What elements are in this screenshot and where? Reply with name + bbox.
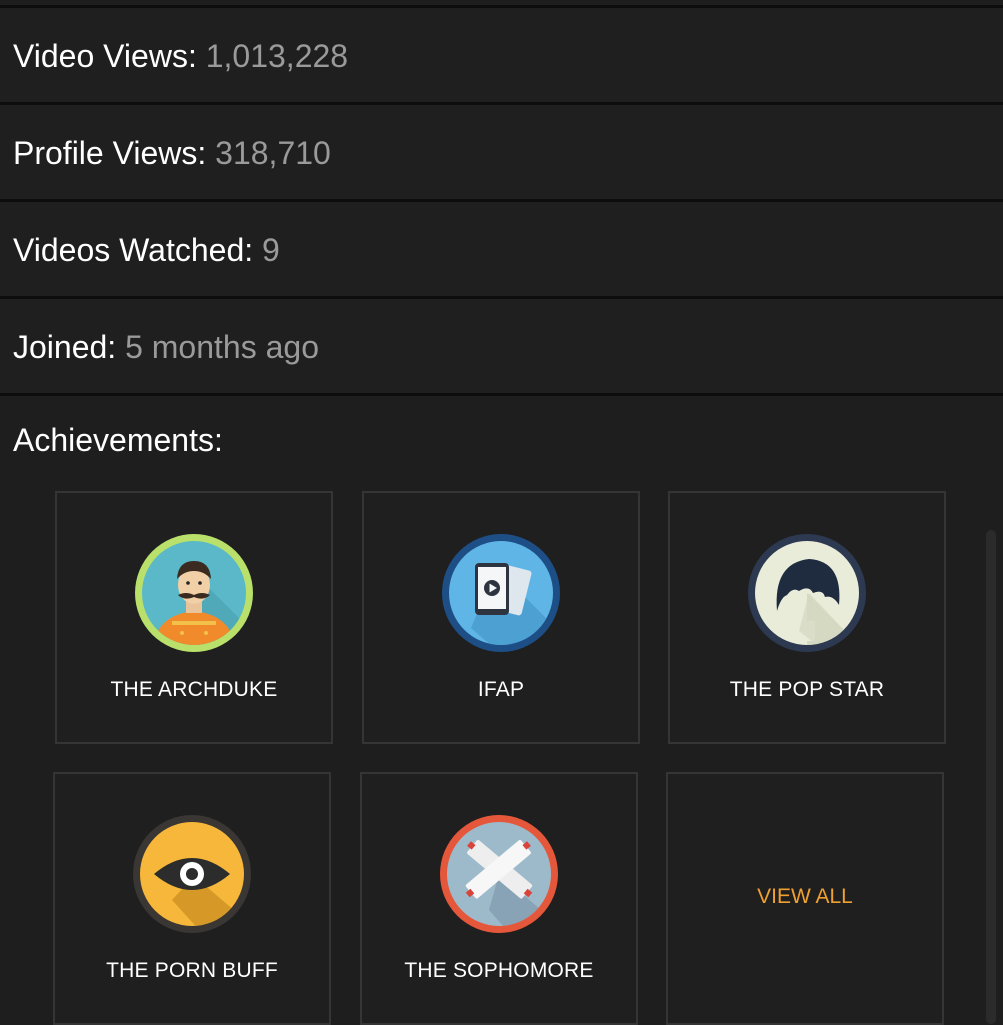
eye-icon [132,814,252,934]
stat-value: 1,013,228 [205,38,349,74]
achievement-card-archduke[interactable]: THE ARCHDUKE [55,491,333,744]
achievement-label: THE ARCHDUKE [110,678,278,701]
achievement-card-ifap[interactable]: IFAP [362,491,640,744]
achievement-label: THE POP STAR [729,678,885,701]
stat-row-joined: Joined: 5 months ago [0,299,1003,396]
stat-value: 5 months ago [125,329,319,365]
stat-row-profile-views: Profile Views: 318,710 [0,105,1003,202]
stat-label: Video Views: [13,38,197,74]
stat-row-video-views: Video Views: 1,013,228 [0,8,1003,105]
view-all-card[interactable]: VIEW ALL [666,772,944,1025]
achievements-title: Achievements: [13,422,223,458]
achievement-card-pop-star[interactable]: THE POP STAR [668,491,946,744]
stat-value: 9 [262,232,280,268]
archduke-portrait-icon [134,533,254,653]
stat-label: Profile Views: [13,135,207,171]
achievement-card-sophomore[interactable]: THE SOPHOMORE [360,772,638,1025]
scrollbar[interactable] [986,530,996,1024]
stat-label: Joined: [13,329,117,365]
achievement-label: IFAP [477,678,525,701]
tablet-play-icon [441,533,561,653]
stat-value: 318,710 [215,135,331,171]
stat-row-videos-watched: Videos Watched: 9 [0,202,1003,299]
pop-star-hair-icon [747,533,867,653]
view-all-link[interactable]: VIEW ALL [668,884,942,910]
achievement-card-porn-buff[interactable]: THE PORN BUFF [53,772,331,1025]
achievement-label: THE PORN BUFF [106,959,278,982]
achievement-label: THE SOPHOMORE [404,959,594,982]
stat-label: Videos Watched: [13,232,254,268]
crossed-bandage-icon [439,814,559,934]
